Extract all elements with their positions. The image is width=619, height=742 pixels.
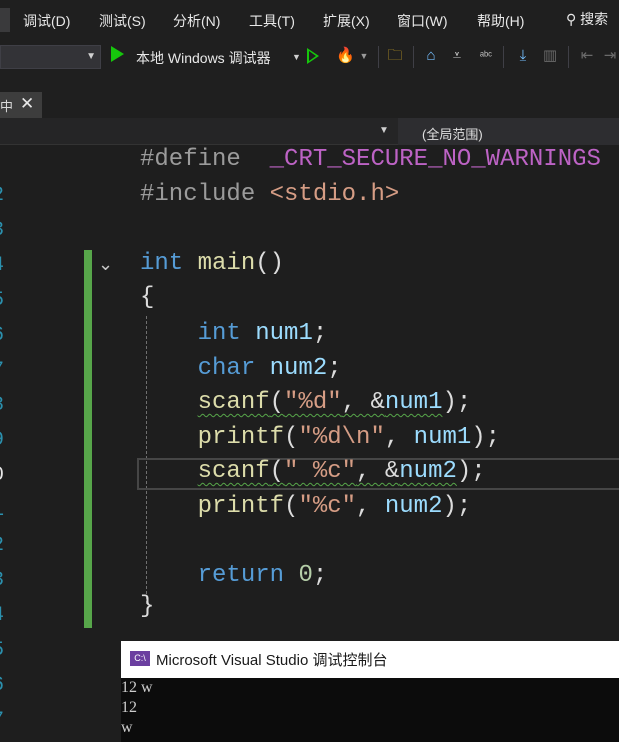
scope-dropdown[interactable]: (全局范围) bbox=[398, 118, 619, 145]
menu-window[interactable]: 窗口(W) bbox=[397, 11, 448, 31]
menu-bar bbox=[0, 0, 619, 40]
menu-left-edge bbox=[0, 8, 10, 32]
console-line: 12 bbox=[121, 699, 137, 716]
code-line: return 0; bbox=[197, 562, 328, 589]
search-box[interactable]: ⚲ 搜索 bbox=[566, 9, 608, 29]
document-tab-row bbox=[0, 76, 619, 118]
console-line: 12 w bbox=[121, 679, 153, 696]
configuration-dropdown[interactable]: ▼ bbox=[0, 45, 101, 69]
line-number: 2 bbox=[0, 184, 6, 207]
debug-target-chevron-icon[interactable]: ▼ bbox=[292, 52, 301, 62]
line-number: 4 bbox=[0, 604, 6, 627]
bookmark-icon[interactable]: ▥ bbox=[541, 47, 559, 65]
line-number: 6 bbox=[0, 674, 6, 697]
code-line: #define _CRT_SECURE_NO_WARNINGS bbox=[140, 146, 601, 173]
start-without-debug-icon[interactable] bbox=[307, 48, 319, 64]
tab-label[interactable]: 中 bbox=[0, 96, 13, 115]
comment-icon[interactable]: ⇤ bbox=[578, 47, 596, 65]
console-title: Microsoft Visual Studio 调试控制台 bbox=[156, 652, 388, 669]
code-line: scanf("%d", &num1); bbox=[197, 389, 472, 416]
code-line: { bbox=[140, 284, 155, 311]
code-line: #include <stdio.h> bbox=[140, 181, 400, 208]
toolbar-divider bbox=[503, 46, 504, 68]
line-number: 6 bbox=[0, 324, 6, 347]
line-number: 9 bbox=[0, 429, 6, 452]
line-number: 3 bbox=[0, 569, 6, 592]
code-line: } bbox=[140, 593, 155, 620]
console-output[interactable] bbox=[121, 678, 619, 742]
menu-test[interactable]: 测试(S) bbox=[99, 11, 146, 31]
code-line: int main() bbox=[140, 250, 285, 277]
menu-analyze[interactable]: 分析(N) bbox=[173, 11, 220, 31]
menu-debug[interactable]: 调试(D) bbox=[23, 11, 70, 31]
line-number: 4 bbox=[0, 254, 6, 277]
change-tracking-bar bbox=[84, 250, 92, 628]
console-icon: C:\ bbox=[130, 651, 150, 666]
line-number: 1 bbox=[0, 499, 6, 522]
spellcheck-icon[interactable]: ᵃᵇᶜ bbox=[477, 47, 495, 65]
solution-explorer-icon[interactable]: 🗀 bbox=[386, 47, 404, 65]
fold-chevron-icon[interactable]: ⌄ bbox=[98, 254, 113, 275]
overflow-icon[interactable]: ⩡ bbox=[448, 47, 466, 65]
chevron-down-icon: ▼ bbox=[86, 51, 96, 62]
code-line: printf("%d\n", num1); bbox=[197, 424, 501, 451]
menu-tools[interactable]: 工具(T) bbox=[249, 11, 295, 31]
code-line: scanf(" %c", &num2); bbox=[197, 458, 486, 485]
scope-label: (全局范围) bbox=[422, 127, 483, 142]
step-icon[interactable]: ⤓ bbox=[514, 47, 532, 65]
search-label: 搜索 bbox=[580, 11, 609, 27]
debug-target-label[interactable]: 本地 Windows 调试器 bbox=[136, 48, 271, 68]
console-line: w bbox=[121, 719, 133, 736]
code-line: int num1; bbox=[197, 320, 328, 347]
home-icon[interactable]: ⌂ bbox=[422, 47, 440, 65]
line-number: 2 bbox=[0, 534, 6, 557]
line-number: 7 bbox=[0, 709, 6, 732]
hot-reload-chevron-icon[interactable]: ▼ bbox=[355, 47, 373, 65]
close-icon[interactable]: ✕ bbox=[20, 94, 34, 114]
search-icon: ⚲ bbox=[566, 11, 577, 27]
toolbar-divider bbox=[413, 46, 414, 68]
toolbar-divider bbox=[378, 46, 379, 68]
code-line: printf("%c", num2); bbox=[197, 493, 472, 520]
line-number: 3 bbox=[0, 219, 6, 242]
project-dropdown-chevron-icon[interactable]: ▼ bbox=[379, 125, 389, 136]
hot-reload-icon[interactable]: 🔥 bbox=[336, 47, 355, 65]
toolbar-divider bbox=[568, 46, 569, 68]
menu-extensions[interactable]: 扩展(X) bbox=[323, 11, 370, 31]
uncomment-icon[interactable]: ⇥ bbox=[601, 47, 619, 65]
line-number-current: 0 bbox=[0, 464, 6, 487]
line-number: 7 bbox=[0, 359, 6, 382]
code-line: char num2; bbox=[197, 355, 342, 382]
line-number: 8 bbox=[0, 394, 6, 417]
menu-help[interactable]: 帮助(H) bbox=[477, 11, 524, 31]
play-icon[interactable] bbox=[111, 46, 124, 62]
line-number: 5 bbox=[0, 639, 6, 662]
line-number: 5 bbox=[0, 289, 6, 312]
